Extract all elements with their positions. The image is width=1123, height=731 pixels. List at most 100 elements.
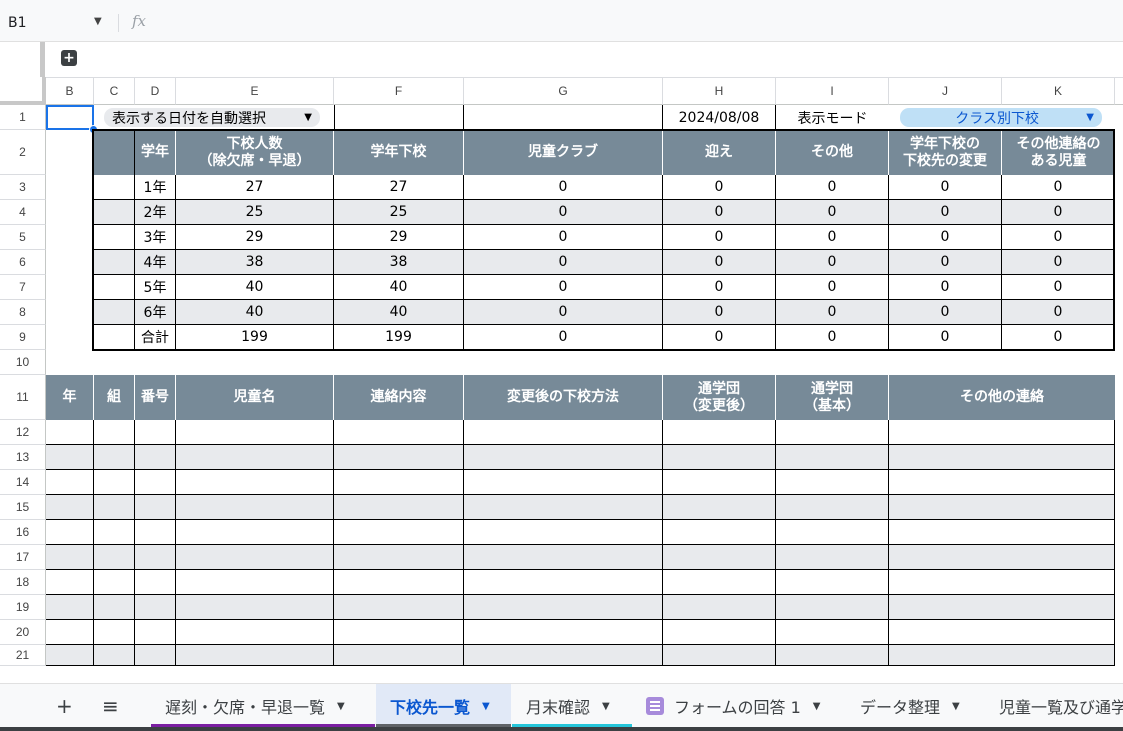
sheet-tab-active[interactable]: 下校先一覧 ▼ [376,684,511,728]
detail-cell[interactable] [334,595,464,620]
detail-cell[interactable] [663,445,776,470]
grade-label-cell[interactable]: 2年 [135,200,176,225]
detail-cell[interactable] [663,495,776,520]
summary-value-cell[interactable]: 199 [334,325,464,350]
detail-cell[interactable] [94,520,135,545]
detail-cell[interactable] [135,645,176,666]
detail-cell[interactable] [135,420,176,445]
sheet-tab[interactable]: データ整理 ▼ [860,684,990,728]
detail-cell[interactable] [334,495,464,520]
summary-value-cell[interactable]: 0 [464,225,663,250]
column-header-j[interactable]: J [889,77,1002,105]
detail-cell[interactable] [663,420,776,445]
detail-cell[interactable] [94,445,135,470]
detail-cell[interactable] [663,545,776,570]
row-header[interactable]: 11 [0,375,46,420]
detail-cell[interactable] [663,620,776,645]
summary-value-cell[interactable]: 0 [776,175,889,200]
column-header-d[interactable]: D [135,77,176,105]
mode-select-dropdown[interactable]: クラス別下校 ▼ [900,108,1102,127]
detail-cell[interactable] [46,495,94,520]
detail-cell[interactable] [176,470,334,495]
summary-value-cell[interactable]: 0 [464,250,663,275]
selected-cell-b1[interactable] [46,105,94,130]
detail-cell[interactable] [776,495,889,520]
row-header[interactable]: 13 [0,445,46,470]
summary-cell[interactable] [94,250,135,275]
summary-value-cell[interactable]: 0 [663,275,776,300]
detail-cell[interactable] [334,445,464,470]
detail-cell[interactable] [464,595,663,620]
summary-value-cell[interactable]: 27 [176,175,334,200]
column-header-c[interactable]: C [94,77,135,105]
detail-cell[interactable] [46,470,94,495]
row-header[interactable]: 6 [0,250,46,275]
summary-value-cell[interactable]: 38 [334,250,464,275]
detail-cell[interactable] [889,545,1115,570]
all-sheets-button[interactable]: ≡ [102,684,119,728]
summary-value-cell[interactable]: 0 [889,225,1002,250]
summary-value-cell[interactable]: 0 [889,300,1002,325]
detail-cell[interactable] [776,595,889,620]
detail-cell[interactable] [46,620,94,645]
detail-cell[interactable] [176,420,334,445]
column-header-f[interactable]: F [334,77,464,105]
detail-cell[interactable] [135,470,176,495]
detail-cell[interactable] [176,645,334,666]
detail-cell[interactable] [776,470,889,495]
detail-cell[interactable] [464,520,663,545]
detail-cell[interactable] [663,520,776,545]
detail-cell[interactable] [46,420,94,445]
summary-value-cell[interactable]: 0 [889,250,1002,275]
expand-group-icon[interactable]: + [61,50,77,66]
summary-value-cell[interactable]: 40 [176,300,334,325]
summary-value-cell[interactable]: 0 [1002,325,1115,350]
add-sheet-button[interactable]: + [56,684,73,728]
detail-cell[interactable] [776,420,889,445]
summary-value-cell[interactable]: 0 [464,200,663,225]
column-header-i[interactable]: I [776,77,889,105]
row-header[interactable]: 1 [0,105,46,130]
select-all-corner[interactable] [0,77,46,105]
column-header-k[interactable]: K [1002,77,1115,105]
detail-cell[interactable] [176,520,334,545]
row-header[interactable]: 3 [0,175,46,200]
detail-cell[interactable] [776,570,889,595]
summary-cell[interactable] [94,275,135,300]
summary-value-cell[interactable]: 25 [176,200,334,225]
summary-value-cell[interactable]: 0 [1002,175,1115,200]
column-header-h[interactable]: H [663,77,776,105]
sheet-tab[interactable]: 児童一覧及び通学 [999,684,1123,728]
summary-value-cell[interactable]: 0 [1002,250,1115,275]
grade-label-cell[interactable]: 5年 [135,275,176,300]
summary-value-cell[interactable]: 0 [663,250,776,275]
detail-cell[interactable] [334,620,464,645]
detail-cell[interactable] [889,420,1115,445]
detail-cell[interactable] [464,470,663,495]
column-header-b[interactable]: B [46,77,94,105]
detail-cell[interactable] [46,545,94,570]
summary-cell[interactable] [94,225,135,250]
detail-cell[interactable] [464,445,663,470]
summary-value-cell[interactable]: 0 [464,300,663,325]
detail-cell[interactable] [464,620,663,645]
summary-cell[interactable] [94,175,135,200]
row-header[interactable]: 18 [0,570,46,595]
detail-cell[interactable] [135,620,176,645]
detail-cell[interactable] [889,645,1115,666]
sheet-tab[interactable]: フォームの回答 1 ▼ [646,684,846,728]
detail-cell[interactable] [176,495,334,520]
detail-cell[interactable] [176,570,334,595]
summary-value-cell[interactable]: 0 [464,275,663,300]
summary-value-cell[interactable]: 0 [663,300,776,325]
detail-cell[interactable] [889,470,1115,495]
detail-cell[interactable] [889,570,1115,595]
detail-cell[interactable] [663,570,776,595]
summary-value-cell[interactable]: 0 [776,275,889,300]
detail-cell[interactable] [46,570,94,595]
summary-value-cell[interactable]: 29 [334,225,464,250]
summary-value-cell[interactable]: 0 [889,175,1002,200]
summary-value-cell[interactable]: 0 [464,175,663,200]
detail-cell[interactable] [464,545,663,570]
detail-cell[interactable] [176,620,334,645]
